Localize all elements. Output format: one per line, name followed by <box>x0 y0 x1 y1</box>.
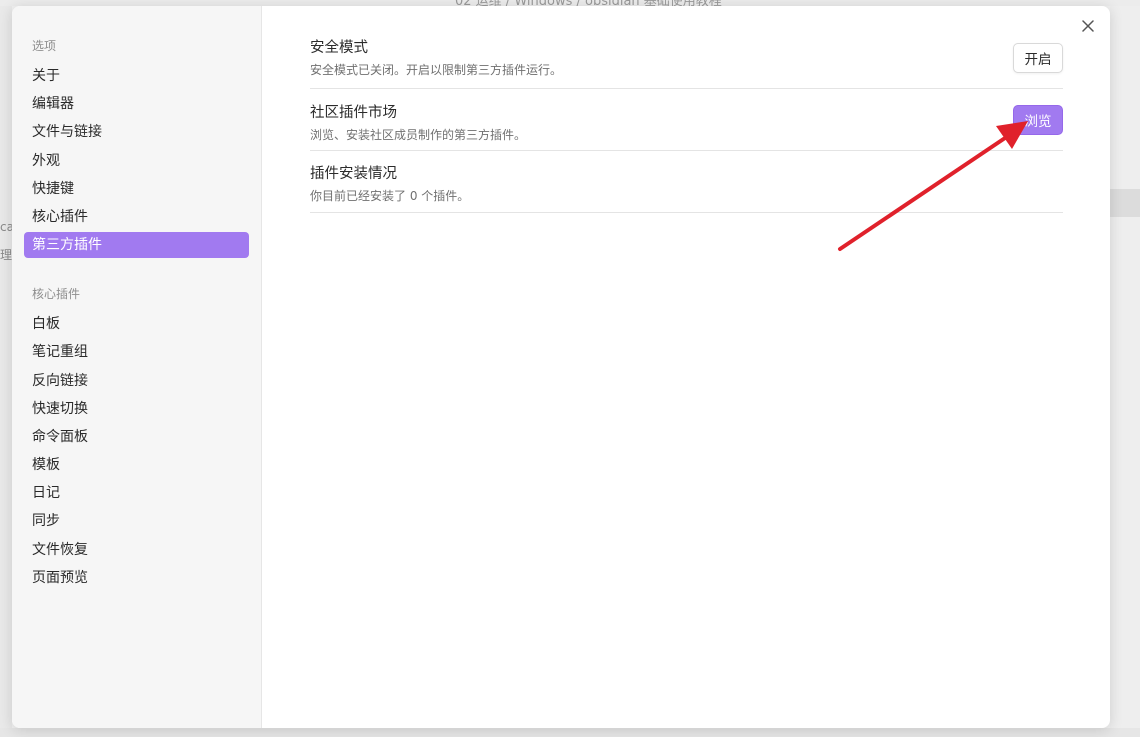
enable-safe-mode-button[interactable]: 开启 <box>1013 43 1063 73</box>
sidebar-item-templates[interactable]: 模板 <box>24 452 249 478</box>
background-statusbar <box>0 728 1140 737</box>
setting-description: 浏览、安装社区成员制作的第三方插件。 <box>310 128 527 142</box>
background-left-panel: ca 理 <box>0 6 14 737</box>
setting-community-market: 社区插件市场 浏览、安装社区成员制作的第三方插件。 浏览 <box>310 89 1063 151</box>
setting-name: 安全模式 <box>310 40 368 56</box>
sidebar-item-command-palette[interactable]: 命令面板 <box>24 424 249 450</box>
sidebar-item-page-preview[interactable]: 页面预览 <box>24 565 249 591</box>
sidebar-item-file-recovery[interactable]: 文件恢复 <box>24 537 249 563</box>
settings-list: 安全模式 安全模式已关闭。开启以限制第三方插件运行。 开启 社区插件市场 浏览、… <box>310 36 1063 213</box>
sidebar-item-daily-notes[interactable]: 日记 <box>24 480 249 506</box>
settings-content: 安全模式 安全模式已关闭。开启以限制第三方插件运行。 开启 社区插件市场 浏览、… <box>262 6 1110 728</box>
background-selected-row <box>1110 189 1140 217</box>
sidebar-item-note-composer[interactable]: 笔记重组 <box>24 339 249 365</box>
sidebar-item-appearance[interactable]: 外观 <box>24 148 249 174</box>
sidebar-item-core-plugins[interactable]: 核心插件 <box>24 204 249 230</box>
sidebar-item-quick-switcher[interactable]: 快速切换 <box>24 396 249 422</box>
browse-plugins-button[interactable]: 浏览 <box>1013 105 1063 135</box>
sidebar-item-community-plugins[interactable]: 第三方插件 <box>24 232 249 259</box>
setting-name: 社区插件市场 <box>310 105 397 121</box>
setting-safe-mode: 安全模式 安全模式已关闭。开启以限制第三方插件运行。 开启 <box>310 36 1063 89</box>
sidebar-item-files-links[interactable]: 文件与链接 <box>24 119 249 145</box>
settings-modal: 选项 关于 编辑器 文件与链接 外观 快捷键 核心插件 第三方插件 核心插件 白… <box>12 6 1110 728</box>
background-fragment: 理 <box>0 248 13 262</box>
setting-name: 插件安装情况 <box>310 166 397 182</box>
close-button[interactable] <box>1077 15 1099 37</box>
settings-sidebar: 选项 关于 编辑器 文件与链接 外观 快捷键 核心插件 第三方插件 核心插件 白… <box>12 6 262 728</box>
sidebar-item-hotkeys[interactable]: 快捷键 <box>24 176 249 202</box>
sidebar-item-sync[interactable]: 同步 <box>24 508 249 534</box>
sidebar-item-about[interactable]: 关于 <box>24 63 249 89</box>
setting-description: 安全模式已关闭。开启以限制第三方插件运行。 <box>310 63 563 77</box>
close-icon <box>1082 20 1094 32</box>
setting-description: 你目前已经安装了 0 个插件。 <box>310 189 470 203</box>
sidebar-item-editor[interactable]: 编辑器 <box>24 91 249 117</box>
nav-group-options-title: 选项 <box>32 39 57 53</box>
background-right-panel <box>1110 6 1140 737</box>
sidebar-item-canvas[interactable]: 白板 <box>24 311 249 337</box>
sidebar-item-backlinks[interactable]: 反向链接 <box>24 368 249 394</box>
nav-group-core-title: 核心插件 <box>32 287 81 302</box>
setting-installed-plugins: 插件安装情况 你目前已经安装了 0 个插件。 <box>310 151 1063 213</box>
